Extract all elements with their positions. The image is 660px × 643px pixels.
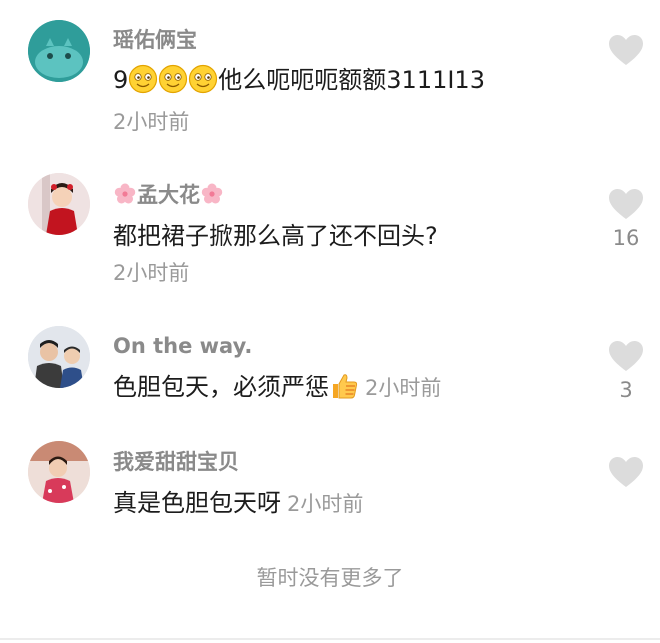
comment-text-lead: 9 — [113, 66, 129, 94]
like-button[interactable]: 16 — [606, 188, 646, 250]
like-button[interactable] — [606, 456, 646, 494]
username[interactable]: On the way. — [113, 333, 252, 359]
timestamp: 2小时前 — [113, 110, 190, 134]
comment-text: 9 他么呃呃呃额额3111I13 — [113, 64, 485, 96]
like-count: 16 — [612, 226, 640, 250]
no-more-content-text: 暂时没有更多了 — [256, 566, 404, 590]
like-button[interactable] — [606, 34, 646, 72]
comment-text-tail: 他么呃呃呃额额3111I13 — [218, 66, 485, 94]
thumbs-up-emoji — [333, 374, 358, 399]
smiling-face-emoji — [189, 64, 218, 94]
cherry-blossom-icon — [114, 183, 136, 204]
timestamp: 2小时前 — [113, 261, 190, 285]
timestamp: 2小时前 — [365, 376, 442, 400]
username-text: 孟大花 — [137, 183, 200, 207]
comment-text-body: 真是色胆包天呀 — [113, 489, 281, 517]
avatar[interactable] — [28, 20, 90, 82]
avatar[interactable] — [28, 173, 90, 235]
username[interactable]: 瑶佑俩宝 — [113, 27, 197, 53]
username[interactable]: 我爱甜甜宝贝 — [113, 449, 239, 475]
like-button[interactable]: 3 — [606, 340, 646, 402]
divider — [0, 638, 660, 640]
username[interactable]: 孟大花 — [113, 182, 224, 208]
cherry-blossom-icon — [201, 183, 223, 204]
timestamp: 2小时前 — [287, 492, 364, 516]
user-photo-avatar — [28, 441, 90, 503]
cartoon-avatar-icon — [28, 20, 90, 82]
heart-icon — [609, 35, 643, 65]
smiling-face-emoji — [129, 64, 158, 94]
comment-text: 真是色胆包天呀 2小时前 — [113, 487, 363, 520]
like-count: 3 — [619, 378, 633, 402]
comment-text: 色胆包天，必须严惩 2小时前 — [113, 371, 441, 404]
heart-icon — [609, 341, 643, 371]
smiling-face-emoji — [159, 64, 188, 94]
user-photo-avatar — [28, 326, 90, 388]
heart-icon — [609, 189, 643, 219]
user-photo-avatar — [28, 173, 90, 235]
heart-icon — [609, 457, 643, 487]
comment-text-body: 色胆包天，必须严惩 — [113, 373, 329, 401]
avatar[interactable] — [28, 441, 90, 503]
comment-text: 都把裙子掀那么高了还不回头? — [113, 222, 438, 250]
avatar[interactable] — [28, 326, 90, 388]
